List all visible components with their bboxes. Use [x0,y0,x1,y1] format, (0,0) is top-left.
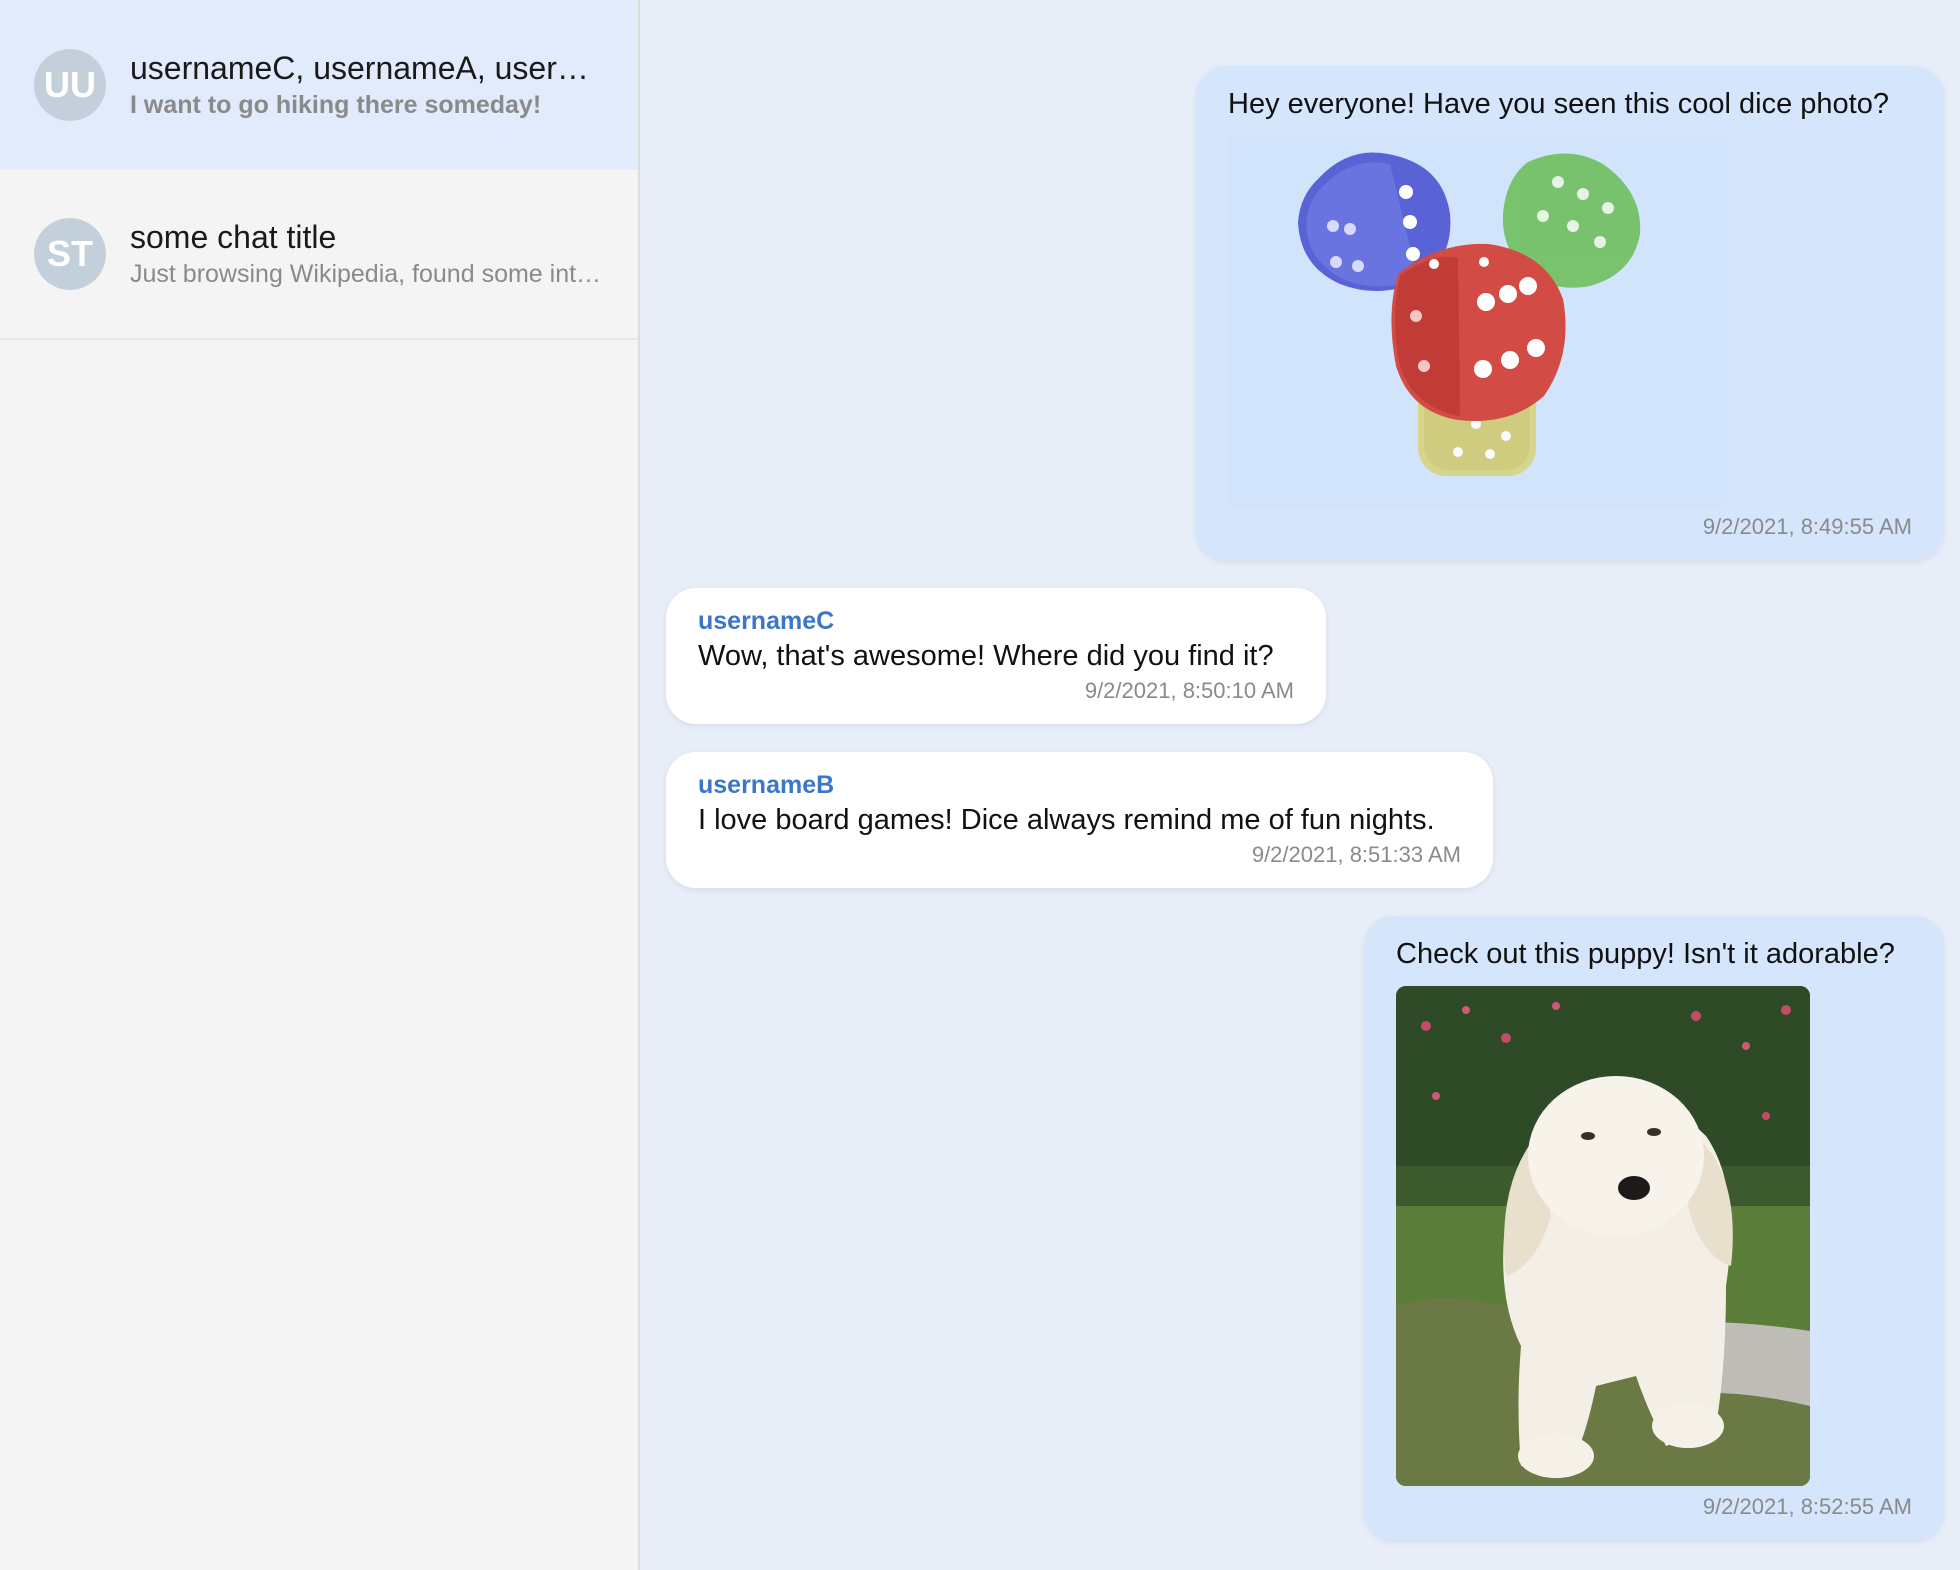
message-text: I love board games! Dice always remind m… [698,804,1435,836]
message-text: Wow, that's awesome! Where did you find … [698,640,1274,672]
message-timestamp: 9/2/2021, 8:49:55 AM [1702,514,1912,539]
message-row: usernameB I love board games! Dice alway… [666,752,1944,888]
message-timestamp: 9/2/2021, 8:52:55 AM [1702,1494,1912,1519]
chat-list-sidebar: UU usernameC, usernameA, usernameB I wan… [0,0,640,1570]
red-die [1391,243,1566,421]
chat-app: UU usernameC, usernameA, usernameB I wan… [0,0,1960,1570]
own-message-bubble: Check out this puppy! Isn't it adorable? [1364,916,1944,1540]
message-row: Check out this puppy! Isn't it adorable? [666,916,1944,1540]
message-timestamp: 9/2/2021, 8:51:33 AM [1251,842,1461,867]
avatar: UU [34,49,106,121]
sender-name[interactable]: usernameC [698,606,1294,636]
dice-image[interactable] [1228,134,1728,508]
other-message-bubble: usernameC Wow, that's awesome! Where did… [666,588,1326,724]
chat-title: usernameC, usernameA, usernameB [130,50,604,86]
other-message-bubble: usernameB I love board games! Dice alway… [666,752,1493,888]
message-text: Hey everyone! Have you seen this cool di… [1228,88,1889,120]
chat-preview: I want to go hiking there someday! [130,91,542,119]
message-text: Check out this puppy! Isn't it adorable? [1396,938,1895,970]
avatar: ST [34,218,106,290]
chat-preview: Just browsing Wikipedia, found some inte… [130,260,604,288]
puppy-illustration [1396,986,1810,1486]
sender-name[interactable]: usernameB [698,770,1461,800]
chat-title: some chat title [130,219,337,255]
own-message-bubble: Hey everyone! Have you seen this cool di… [1196,66,1944,560]
message-row: Hey everyone! Have you seen this cool di… [666,66,1944,560]
puppy-image[interactable] [1396,986,1810,1486]
chat-list-item-group[interactable]: UU usernameC, usernameA, usernameB I wan… [0,0,638,170]
message-thread[interactable]: Hey everyone! Have you seen this cool di… [640,0,1960,1570]
message-timestamp: 9/2/2021, 8:50:10 AM [1084,678,1294,703]
dice-illustration [1298,152,1641,476]
chat-list-item-some-chat-title[interactable]: ST some chat title Just browsing Wikiped… [0,170,638,340]
message-row: usernameC Wow, that's awesome! Where did… [666,588,1944,724]
